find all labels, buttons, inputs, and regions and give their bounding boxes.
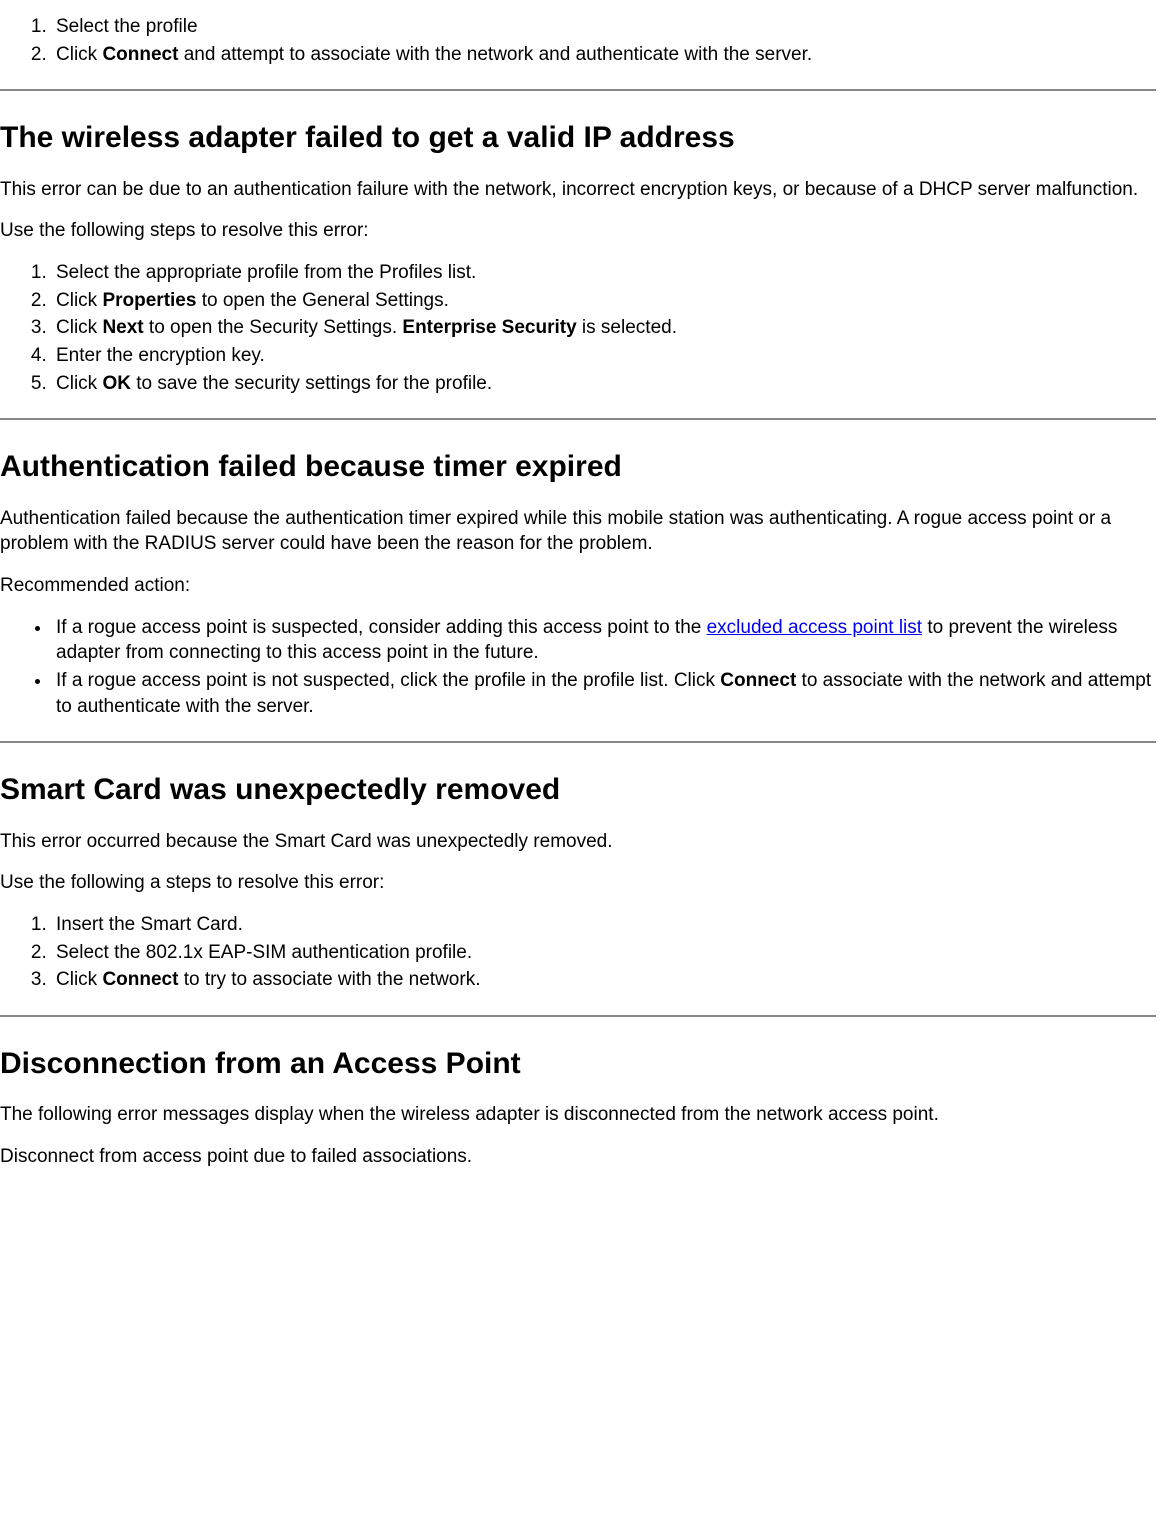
- step-text-post: and attempt to associate with the networ…: [178, 44, 812, 65]
- step-text-pre: Click: [56, 44, 102, 65]
- heading-disconnection: Disconnection from an Access Point: [0, 1045, 1156, 1083]
- excluded-ap-link[interactable]: excluded access point list: [707, 617, 922, 638]
- divider: [0, 1015, 1156, 1017]
- step-text-mid: to open the Security Settings.: [144, 317, 403, 338]
- step-text: Select the appropriate profile from the …: [56, 262, 476, 283]
- paragraph: Disconnect from access point due to fail…: [0, 1144, 1156, 1170]
- step-text: Select the profile: [56, 16, 198, 37]
- next-bold: Next: [102, 317, 143, 338]
- list-item: Enter the encryption key.: [52, 343, 1156, 369]
- connect-bold: Connect: [102, 969, 178, 990]
- list-item: Click Connect and attempt to associate w…: [52, 42, 1156, 68]
- paragraph: The following error messages display whe…: [0, 1102, 1156, 1128]
- list-item: If a rogue access point is suspected, co…: [52, 615, 1156, 666]
- step-text-pre: Click: [56, 969, 102, 990]
- enterprise-security-bold: Enterprise Security: [402, 317, 576, 338]
- intro-steps-list: Select the profile Click Connect and att…: [0, 14, 1156, 67]
- step-text: Select the 802.1x EAP-SIM authentication…: [56, 942, 472, 963]
- ok-bold: OK: [102, 373, 131, 394]
- sec1-steps: Select the appropriate profile from the …: [0, 260, 1156, 396]
- paragraph: Recommended action:: [0, 573, 1156, 599]
- list-item: Select the 802.1x EAP-SIM authentication…: [52, 940, 1156, 966]
- paragraph: Use the following steps to resolve this …: [0, 218, 1156, 244]
- sec3-steps: Insert the Smart Card. Select the 802.1x…: [0, 912, 1156, 993]
- step-text-post: to try to associate with the network.: [178, 969, 480, 990]
- connect-bold: Connect: [720, 670, 796, 691]
- step-text-post: to open the General Settings.: [196, 290, 448, 311]
- step-text: Enter the encryption key.: [56, 345, 265, 366]
- list-item: Select the profile: [52, 14, 1156, 40]
- list-item: Insert the Smart Card.: [52, 912, 1156, 938]
- step-text-post: to save the security settings for the pr…: [131, 373, 492, 394]
- heading-auth-timer: Authentication failed because timer expi…: [0, 448, 1156, 486]
- step-text-pre: Click: [56, 317, 102, 338]
- sec2-actions: If a rogue access point is suspected, co…: [0, 615, 1156, 720]
- step-text-post: is selected.: [577, 317, 677, 338]
- divider: [0, 89, 1156, 91]
- connect-bold: Connect: [102, 44, 178, 65]
- list-item: Click Properties to open the General Set…: [52, 288, 1156, 314]
- heading-smart-card: Smart Card was unexpectedly removed: [0, 771, 1156, 809]
- step-text-pre: Click: [56, 373, 102, 394]
- list-item: Click OK to save the security settings f…: [52, 371, 1156, 397]
- paragraph: Authentication failed because the authen…: [0, 506, 1156, 557]
- action-text-pre: If a rogue access point is suspected, co…: [56, 617, 707, 638]
- list-item: Click Next to open the Security Settings…: [52, 315, 1156, 341]
- paragraph: Use the following a steps to resolve thi…: [0, 870, 1156, 896]
- step-text-pre: Click: [56, 290, 102, 311]
- list-item: Click Connect to try to associate with t…: [52, 967, 1156, 993]
- heading-wireless-ip: The wireless adapter failed to get a val…: [0, 119, 1156, 157]
- list-item: If a rogue access point is not suspected…: [52, 668, 1156, 719]
- paragraph: This error occurred because the Smart Ca…: [0, 829, 1156, 855]
- paragraph: This error can be due to an authenticati…: [0, 177, 1156, 203]
- divider: [0, 741, 1156, 743]
- divider: [0, 418, 1156, 420]
- action-text-pre: If a rogue access point is not suspected…: [56, 670, 720, 691]
- properties-bold: Properties: [102, 290, 196, 311]
- list-item: Select the appropriate profile from the …: [52, 260, 1156, 286]
- step-text: Insert the Smart Card.: [56, 914, 243, 935]
